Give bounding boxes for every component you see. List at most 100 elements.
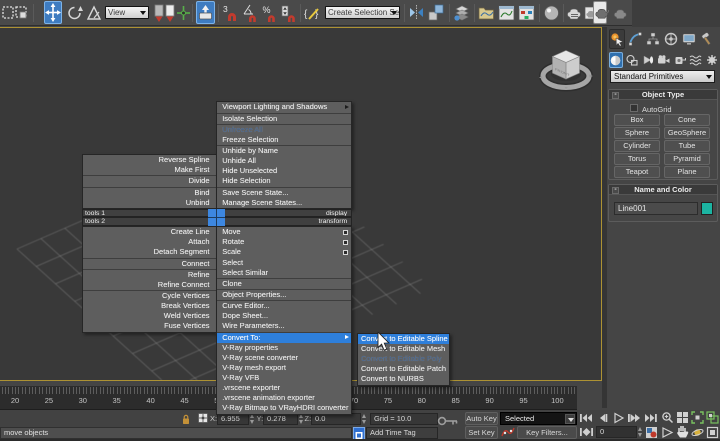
object-type-button[interactable]: Tube <box>664 140 710 152</box>
menu-item[interactable]: Freeze Selection <box>217 135 351 145</box>
named-selection-set-dropdown[interactable]: Create Selection Se <box>325 6 400 19</box>
menu-item[interactable]: .vrscene animation exporter <box>217 393 351 403</box>
menu-item[interactable]: Convert To: <box>217 333 351 343</box>
schematic-view-icon[interactable] <box>518 3 535 23</box>
category-space-warps[interactable] <box>689 52 703 68</box>
menu-item[interactable]: Unbind <box>83 198 216 208</box>
menu-item[interactable]: Make First <box>83 165 216 175</box>
item-settings-icon[interactable] <box>343 230 349 235</box>
menu-item[interactable]: Convert to Editable Mesh <box>358 344 449 354</box>
current-frame-field[interactable]: 0 <box>596 426 637 438</box>
menu-item[interactable]: Select <box>217 258 351 268</box>
menu-item[interactable]: Refine <box>83 270 216 280</box>
set-keys-icon[interactable] <box>437 410 459 432</box>
menu-item[interactable]: Dope Sheet... <box>217 311 351 321</box>
menu-item[interactable]: Hide Unselected <box>217 166 351 176</box>
item-settings-icon[interactable] <box>343 240 349 245</box>
collapse-rollout-icon[interactable]: - <box>612 92 619 99</box>
menu-item[interactable]: Save Scene State... <box>217 188 351 198</box>
zoom-all-icon[interactable] <box>676 411 689 424</box>
snap-toggle-3d-icon[interactable]: 3 <box>222 3 239 24</box>
menu-item[interactable]: Unfreeze All <box>217 125 351 135</box>
menu-item[interactable]: Break Vertices <box>83 301 216 311</box>
menu-item[interactable]: Clone <box>217 279 351 289</box>
render-setup-icon[interactable] <box>567 3 582 23</box>
menu-item[interactable]: Viewport Lighting and Shadows <box>217 102 351 112</box>
menu-item[interactable]: Move <box>217 227 351 237</box>
select-manipulate-icon[interactable] <box>176 3 191 24</box>
tab-motion[interactable] <box>663 29 679 49</box>
zoom-extents-all-icon[interactable] <box>706 411 719 424</box>
pan-view-icon[interactable] <box>676 425 689 439</box>
menu-item[interactable]: Connect <box>83 259 216 269</box>
isolate-selection-toggle[interactable] <box>353 427 365 440</box>
menu-item[interactable]: Bind <box>83 188 216 198</box>
tab-create[interactable] <box>609 29 625 49</box>
mirror-icon[interactable] <box>409 3 424 23</box>
play-animation-button[interactable] <box>612 412 625 424</box>
manage-layers-icon[interactable] <box>453 3 470 23</box>
object-type-button[interactable]: Plane <box>664 166 710 178</box>
go-to-end-button[interactable] <box>644 412 658 424</box>
default-in-out-tangent-icon[interactable] <box>501 426 515 439</box>
window-crossing-icon[interactable] <box>15 3 28 23</box>
time-configuration-icon[interactable] <box>645 426 658 439</box>
autogrid-checkbox[interactable] <box>630 104 638 112</box>
menu-item[interactable]: Convert to NURBS <box>358 374 449 384</box>
curve-editor-icon[interactable] <box>498 3 515 23</box>
item-settings-icon[interactable] <box>343 250 349 255</box>
menu-item[interactable]: Reverse Spline <box>83 155 216 165</box>
menu-item[interactable]: Weld Vertices <box>83 311 216 321</box>
menu-item[interactable]: Convert to Editable Patch <box>358 364 449 374</box>
menu-item[interactable]: Hide Selection <box>217 176 351 186</box>
auto-key-button[interactable]: Auto Key <box>465 412 498 425</box>
menu-item[interactable]: Create Line <box>83 227 216 237</box>
category-shapes[interactable] <box>625 52 639 68</box>
menu-item[interactable]: Divide <box>83 176 216 186</box>
category-helpers[interactable] <box>673 52 687 68</box>
menu-item[interactable]: Attach <box>83 237 216 247</box>
menu-item[interactable]: Detach Segment <box>83 247 216 257</box>
time-tag-field[interactable]: Add Time Tag <box>366 427 438 439</box>
keyboard-override-button[interactable] <box>196 1 215 24</box>
tab-display[interactable] <box>681 29 697 49</box>
menu-item[interactable]: V-Ray scene converter <box>217 353 351 363</box>
go-to-start-button[interactable] <box>579 412 593 424</box>
category-cameras[interactable] <box>657 52 671 68</box>
name-color-rollout-header[interactable]: - Name and Color <box>609 185 717 195</box>
frame-spinner[interactable] <box>638 426 643 438</box>
key-filters-button[interactable]: Key Filters... <box>517 426 577 439</box>
absolute-mode-icon[interactable] <box>197 412 209 425</box>
align-icon[interactable] <box>428 3 445 23</box>
angle-snap-icon[interactable] <box>242 3 259 24</box>
reference-coordinate-dropdown[interactable]: View <box>105 6 149 19</box>
previous-frame-button[interactable] <box>596 412 609 424</box>
menu-item[interactable]: Convert to Editable Poly <box>358 354 449 364</box>
object-type-button[interactable]: Sphere <box>614 127 660 139</box>
object-color-swatch[interactable] <box>701 202 713 215</box>
menu-item[interactable]: .vrscene exporter <box>217 383 351 393</box>
quad-header-tools2[interactable]: tools 2 <box>82 217 217 226</box>
material-editor-icon[interactable] <box>543 3 560 23</box>
menu-item[interactable]: Object Properties... <box>217 290 351 300</box>
z-spinner[interactable] <box>362 413 367 425</box>
zoom-tool-icon[interactable] <box>661 411 674 424</box>
key-mode-toggle-icon[interactable] <box>579 426 594 438</box>
menu-item[interactable]: Wire Parameters... <box>217 321 351 331</box>
render-production-button[interactable] <box>593 1 607 24</box>
menu-item[interactable]: V-Ray properties <box>217 343 351 353</box>
orbit-icon[interactable] <box>691 426 704 439</box>
quad-header-transform[interactable]: transform <box>216 217 352 226</box>
category-systems[interactable] <box>705 52 719 68</box>
category-geometry[interactable] <box>609 52 623 68</box>
zoom-extents-icon[interactable] <box>691 411 704 424</box>
tab-utilities[interactable] <box>699 29 715 49</box>
spinner-snap-icon[interactable] <box>280 3 297 24</box>
key-filter-selected-dropdown[interactable]: Selected <box>500 412 577 425</box>
object-type-button[interactable]: Teapot <box>614 166 660 178</box>
select-move-button[interactable] <box>44 1 62 24</box>
select-scale-icon[interactable] <box>86 3 103 23</box>
quad-header-tools1[interactable]: tools 1 <box>82 209 217 218</box>
menu-item[interactable]: Isolate Selection <box>217 114 351 124</box>
menu-item[interactable]: Unhide by Name <box>217 146 351 156</box>
